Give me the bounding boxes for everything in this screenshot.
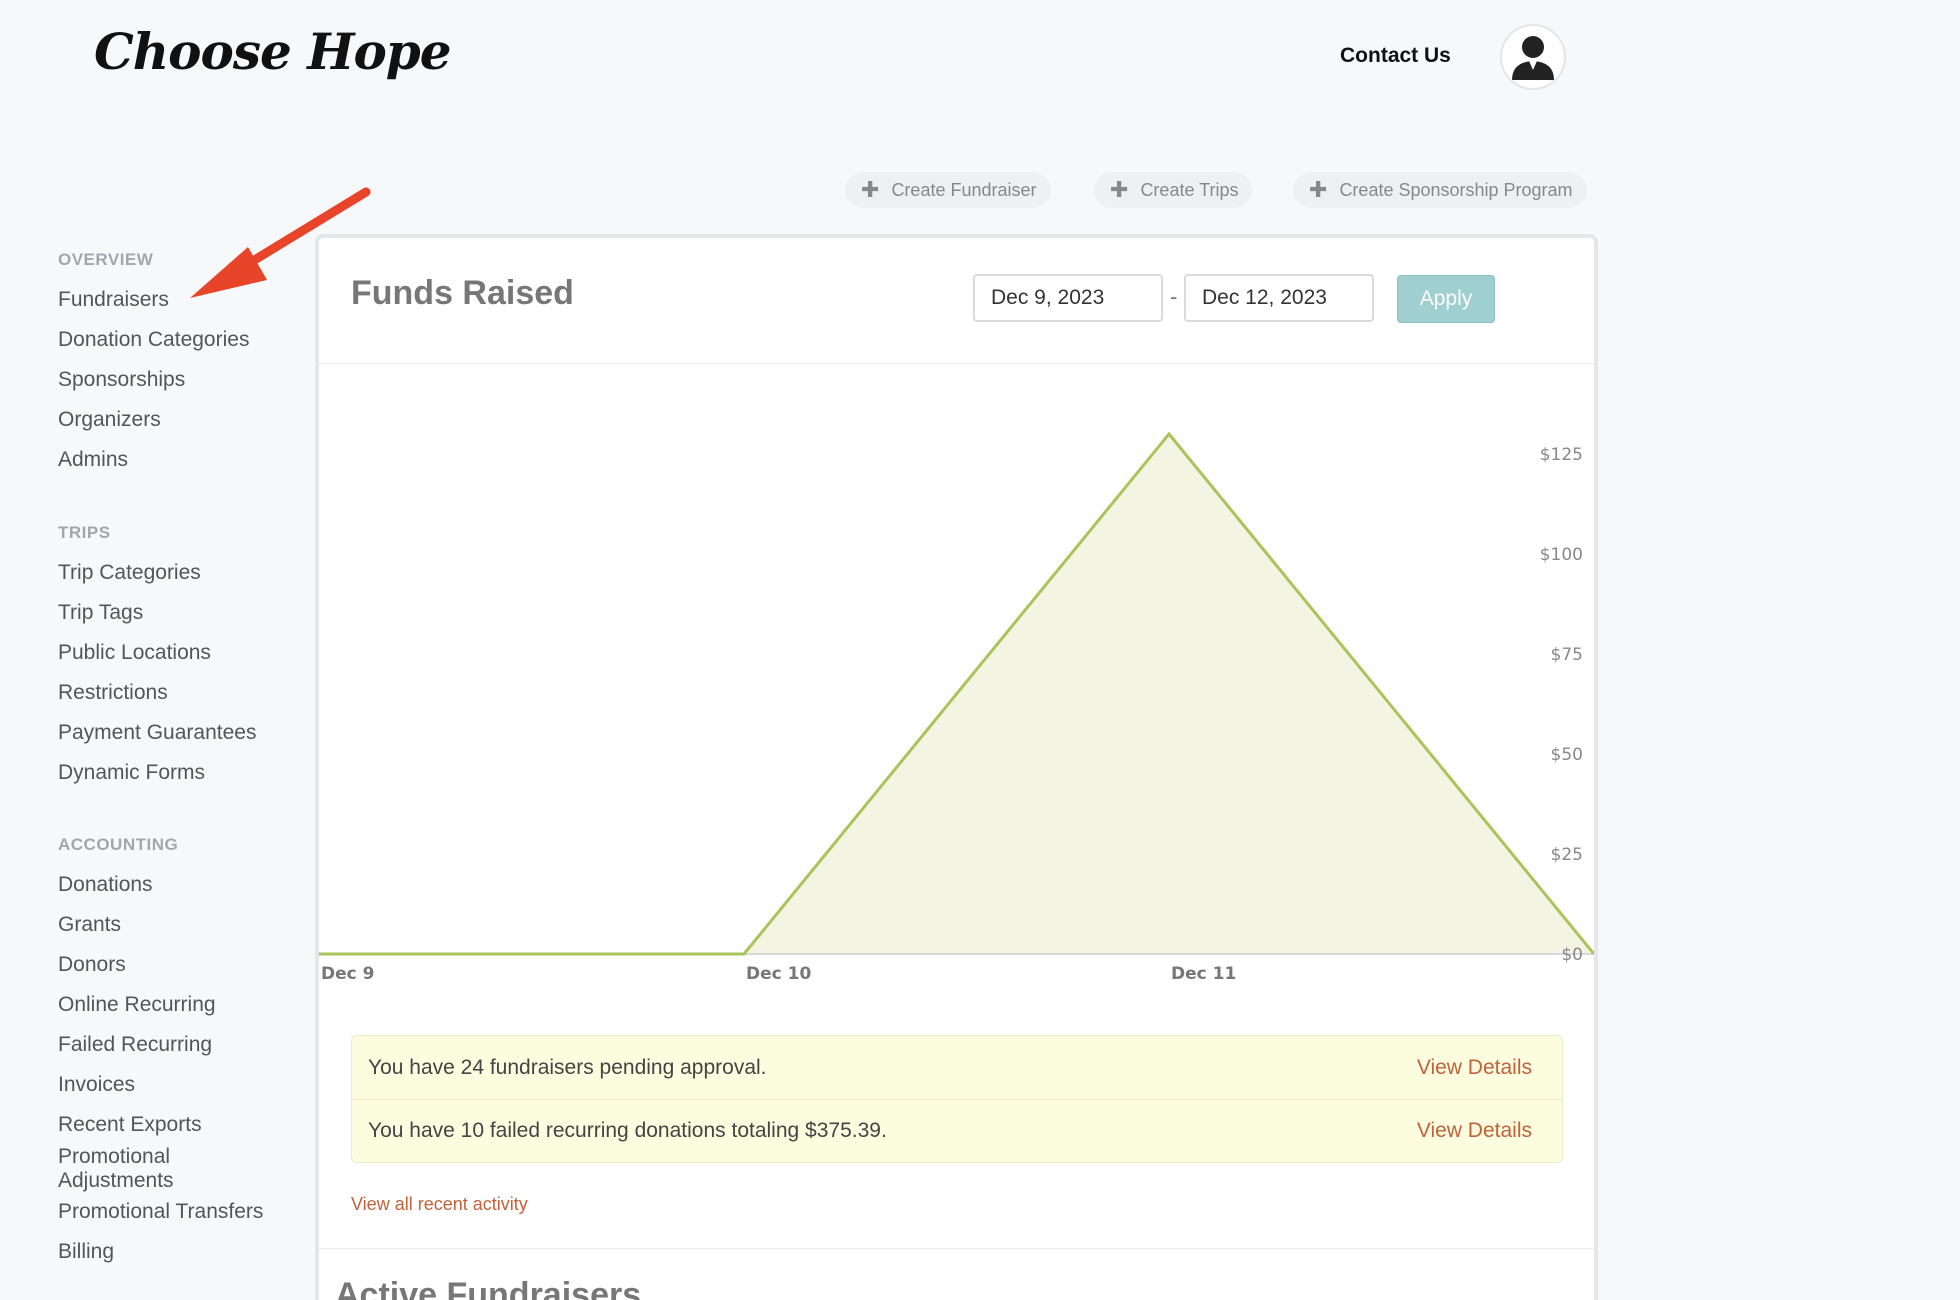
- y-tick-label: $125: [1540, 445, 1583, 465]
- x-tick-label: Dec 11: [1171, 964, 1236, 984]
- create-trips-label: Create Trips: [1140, 179, 1239, 200]
- plus-icon: ✚: [861, 177, 880, 202]
- sidebar-item-admins[interactable]: Admins: [58, 448, 298, 472]
- sidebar-item-online-recurring[interactable]: Online Recurring: [58, 993, 298, 1017]
- y-tick-label: $75: [1551, 645, 1583, 665]
- start-date-input[interactable]: Dec 9, 2023: [973, 274, 1163, 322]
- create-sponsorship-program-label: Create Sponsorship Program: [1339, 179, 1573, 200]
- y-tick-label: $100: [1540, 545, 1583, 565]
- sidebar-item-promotional-transfers[interactable]: Promotional Transfers: [58, 1200, 298, 1224]
- sidebar-item-dynamic-forms[interactable]: Dynamic Forms: [58, 761, 298, 785]
- plus-icon: ✚: [1110, 177, 1129, 202]
- sidebar-item-payment-guarantees[interactable]: Payment Guarantees: [58, 721, 298, 745]
- sidebar-heading-accounting: ACCOUNTING: [58, 835, 179, 854]
- sidebar-item-fundraisers[interactable]: Fundraisers: [58, 288, 298, 312]
- create-fundraiser-button[interactable]: ✚ Create Fundraiser: [845, 172, 1051, 208]
- sidebar-item-donors[interactable]: Donors: [58, 953, 298, 977]
- user-avatar-icon[interactable]: [1500, 24, 1566, 90]
- sidebar-item-public-locations[interactable]: Public Locations: [58, 641, 298, 665]
- sidebar-item-restrictions[interactable]: Restrictions: [58, 681, 298, 705]
- sidebar-item-donations[interactable]: Donations: [58, 873, 298, 897]
- sidebar-item-grants[interactable]: Grants: [58, 913, 298, 937]
- y-tick-label: $25: [1551, 845, 1583, 865]
- x-tick-label: Dec 9: [321, 964, 374, 984]
- alert-text: You have 24 fundraisers pending approval…: [368, 1055, 767, 1079]
- apply-button[interactable]: Apply: [1397, 275, 1495, 323]
- alerts-box: You have 24 fundraisers pending approval…: [351, 1035, 1563, 1163]
- sidebar-item-promotional-adjustments[interactable]: Promotional Adjustments: [58, 1145, 208, 1193]
- create-sponsorship-program-button[interactable]: ✚ Create Sponsorship Program: [1293, 172, 1587, 208]
- sidebar-item-trip-tags[interactable]: Trip Tags: [58, 601, 298, 625]
- y-tick-label: $50: [1551, 745, 1583, 765]
- funds-raised-chart: Dec 9 Dec 10 Dec 11 $0 $25 $50 $75 $100 $125: [319, 431, 1594, 984]
- view-details-link[interactable]: View Details: [1417, 1119, 1532, 1143]
- sidebar-item-sponsorships[interactable]: Sponsorships: [58, 368, 298, 392]
- funds-raised-panel: Funds Raised Dec 9, 2023 - Dec 12, 2023 …: [315, 234, 1598, 1300]
- sidebar-heading-overview: OVERVIEW: [58, 250, 154, 269]
- sidebar-item-billing[interactable]: Billing: [58, 1240, 298, 1264]
- sidebar-item-failed-recurring[interactable]: Failed Recurring: [58, 1033, 298, 1057]
- contact-us-link[interactable]: Contact Us: [1340, 44, 1451, 68]
- sidebar-heading-trips: TRIPS: [58, 523, 111, 542]
- sidebar-item-organizers[interactable]: Organizers: [58, 408, 298, 432]
- x-tick-label: Dec 10: [746, 964, 811, 984]
- alert-row: You have 10 failed recurring donations t…: [352, 1099, 1562, 1162]
- y-tick-label: $0: [1561, 945, 1583, 965]
- sidebar-item-invoices[interactable]: Invoices: [58, 1073, 298, 1097]
- active-fundraisers-title: Active Fundraisers: [335, 1276, 642, 1300]
- view-recent-activity-link[interactable]: View all recent activity: [351, 1194, 528, 1215]
- sidebar-item-recent-exports[interactable]: Recent Exports: [58, 1113, 298, 1137]
- create-fundraiser-label: Create Fundraiser: [891, 179, 1037, 200]
- brand-logo[interactable]: Choose Hope: [94, 22, 452, 81]
- sidebar-item-donation-categories[interactable]: Donation Categories: [58, 328, 298, 352]
- alert-row: You have 24 fundraisers pending approval…: [352, 1036, 1562, 1099]
- alert-text: You have 10 failed recurring donations t…: [368, 1119, 887, 1142]
- section-divider: [319, 1248, 1594, 1249]
- end-date-input[interactable]: Dec 12, 2023: [1184, 274, 1374, 322]
- create-trips-button[interactable]: ✚ Create Trips: [1094, 172, 1253, 208]
- date-range-separator: -: [1170, 284, 1178, 309]
- sidebar-item-trip-categories[interactable]: Trip Categories: [58, 561, 298, 585]
- view-details-link[interactable]: View Details: [1417, 1056, 1532, 1080]
- plus-icon: ✚: [1309, 177, 1328, 202]
- panel-title: Funds Raised: [351, 274, 574, 312]
